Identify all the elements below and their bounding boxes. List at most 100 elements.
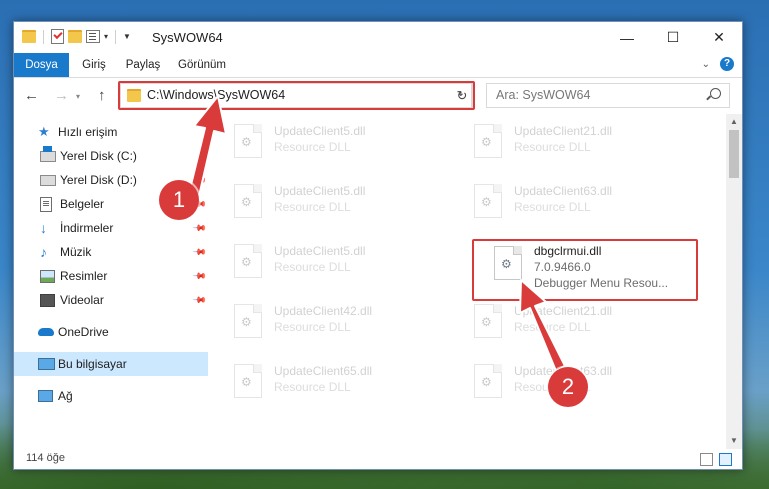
window-title: SysWOW64: [152, 30, 223, 45]
file-name: dbgclrmui.dll: [534, 244, 602, 258]
pin-icon: 📌: [192, 268, 208, 284]
details-view-icon[interactable]: [700, 453, 713, 466]
navigation-bar: ← → ▾ ↑ C:\Windows\SysWOW64 ⌄ ↻ Ara: Sys…: [14, 78, 742, 114]
sidebar-item-onedrive[interactable]: OneDrive: [14, 320, 208, 344]
disk-icon: [40, 174, 56, 186]
scroll-down-icon[interactable]: ▼: [726, 433, 742, 449]
properties-check-icon[interactable]: [51, 29, 64, 44]
file-name: UpdateClient65.dll: [274, 364, 373, 378]
sidebar-item-this-pc[interactable]: Bu bilgisayar: [14, 352, 208, 376]
refresh-icon[interactable]: ↻: [452, 83, 473, 108]
step-badge-2: 2: [548, 367, 588, 407]
file-name: UpdateClient63.dll: [514, 184, 613, 198]
dll-file-icon: [474, 184, 502, 218]
recent-locations-icon[interactable]: ▾: [76, 92, 80, 101]
file-name: UpdateClient5.dll: [274, 244, 366, 258]
file-item[interactable]: UpdateClient21.dll Resource DLL: [462, 298, 682, 346]
file-item[interactable]: UpdateClient65.dll Resource DLL: [222, 358, 442, 406]
music-icon: ♪: [40, 244, 47, 260]
file-item[interactable]: UpdateClient5.dll Resource DLL: [222, 118, 442, 166]
sidebar-item-label: Belgeler: [60, 197, 105, 211]
network-icon: [38, 390, 53, 402]
sidebar-item-label: Müzik: [60, 245, 92, 259]
pin-icon: 📌: [192, 220, 208, 236]
sidebar-item-label: Yerel Disk (D:): [60, 173, 137, 187]
tab-home[interactable]: Giriş: [76, 53, 112, 77]
file-name: UpdateClient21.dll: [514, 304, 613, 318]
quick-access-toolbar: ▾ ▼: [22, 29, 131, 44]
file-item-dbgclrmui[interactable]: dbgclrmui.dll 7.0.9466.0 Debugger Menu R…: [482, 240, 702, 290]
file-name: UpdateClient42.dll: [274, 304, 373, 318]
file-description: Resource DLL: [514, 320, 591, 334]
dll-file-icon: [474, 364, 502, 398]
chevron-down-icon[interactable]: ▾: [104, 32, 108, 41]
search-placeholder: Ara: SysWOW64: [496, 88, 591, 102]
ribbon-controls: ⌄ ?: [702, 57, 734, 71]
file-item[interactable]: UpdateClient42.dll Resource DLL: [222, 298, 442, 346]
minimize-button[interactable]: —: [604, 22, 650, 53]
file-explorer-window: ▾ ▼ SysWOW64 — ☐ ✕ Dosya Giriş Paylaş Gö…: [13, 21, 743, 470]
document-icon: [40, 196, 52, 212]
file-item[interactable]: UpdateClient5.dll Resource DLL: [222, 238, 442, 286]
sidebar-item-network[interactable]: Ağ: [14, 384, 208, 408]
up-arrow-icon[interactable]: ↑: [98, 87, 106, 104]
search-icon[interactable]: [710, 88, 721, 99]
dll-file-icon: [234, 364, 262, 398]
address-path[interactable]: C:\Windows\SysWOW64: [147, 88, 285, 102]
new-folder-icon[interactable]: [68, 30, 82, 43]
file-list: UpdateClient5.dll Resource DLL UpdateCli…: [222, 114, 722, 449]
tab-file[interactable]: Dosya: [14, 53, 69, 77]
view-options-icon[interactable]: [86, 30, 100, 43]
pin-icon: 📌: [192, 172, 208, 188]
sidebar-item-quick-access[interactable]: ★ Hızlı erişim: [14, 120, 208, 144]
dll-file-icon: [234, 304, 262, 338]
address-bar[interactable]: C:\Windows\SysWOW64 ⌄: [120, 83, 472, 108]
view-toggle: [700, 453, 732, 466]
forward-arrow-icon[interactable]: →: [54, 87, 69, 104]
tiles-view-icon[interactable]: [719, 453, 732, 466]
video-icon: [40, 293, 55, 307]
back-arrow-icon[interactable]: ←: [24, 87, 39, 104]
sidebar-item-label: Resimler: [60, 269, 108, 283]
sidebar-item-music[interactable]: ♪ Müzik 📌: [14, 240, 208, 264]
download-icon: ↓: [40, 220, 47, 236]
file-description: Debugger Menu Resou...: [534, 276, 669, 290]
customize-toolbar-icon[interactable]: ▼: [123, 32, 131, 41]
close-button[interactable]: ✕: [696, 22, 742, 53]
sidebar-item-videos[interactable]: Videolar 📌: [14, 288, 208, 312]
file-item[interactable]: UpdateClient63.dll Resource DLL: [462, 178, 682, 226]
file-description: Resource DLL: [274, 380, 351, 394]
search-input[interactable]: Ara: SysWOW64: [486, 83, 730, 108]
sidebar-item-label: Bu bilgisayar: [58, 357, 127, 371]
item-count: 114 öğe: [26, 452, 65, 464]
file-item[interactable]: UpdateClient5.dll Resource DLL: [222, 178, 442, 226]
tab-share[interactable]: Paylaş: [122, 53, 164, 77]
file-description: Resource DLL: [514, 200, 591, 214]
dll-file-icon: [474, 124, 502, 158]
file-description: Resource DLL: [514, 140, 591, 154]
sidebar-item-pictures[interactable]: Resimler 📌: [14, 264, 208, 288]
scroll-thumb[interactable]: [729, 130, 739, 178]
pin-icon: 📌: [192, 292, 208, 308]
expand-ribbon-icon[interactable]: ⌄: [702, 59, 710, 70]
file-name: UpdateClient21.dll: [514, 124, 613, 138]
window-controls: — ☐ ✕: [604, 22, 742, 53]
status-bar: 114 öğe: [14, 449, 742, 469]
sidebar-item-local-disk-c[interactable]: Yerel Disk (C:): [14, 144, 208, 168]
navigation-pane: ★ Hızlı erişim Yerel Disk (C:) Yerel Dis…: [14, 114, 208, 449]
file-version: 7.0.9466.0: [534, 260, 591, 274]
picture-icon: [40, 269, 55, 283]
sidebar-item-label: Ağ: [58, 389, 73, 403]
scroll-up-icon[interactable]: ▲: [726, 114, 742, 130]
file-name: UpdateClient5.dll: [274, 124, 366, 138]
file-description: Resource DLL: [274, 200, 351, 214]
tab-view[interactable]: Görünüm: [174, 53, 230, 77]
file-item[interactable]: UpdateClient21.dll Resource DLL: [462, 118, 682, 166]
sidebar-item-label: Videolar: [60, 293, 104, 307]
toolbar-divider: [115, 29, 117, 44]
help-icon[interactable]: ?: [720, 57, 734, 71]
file-description: Resource DLL: [274, 320, 351, 334]
dll-file-icon: [234, 124, 262, 158]
vertical-scrollbar[interactable]: ▲ ▼: [726, 114, 742, 449]
maximize-button[interactable]: ☐: [650, 22, 696, 53]
